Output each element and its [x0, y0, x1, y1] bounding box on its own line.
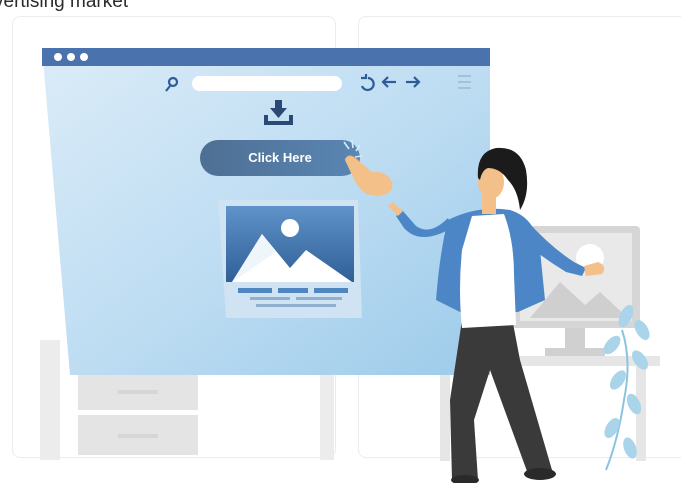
image-card: [218, 200, 362, 318]
click-here-button[interactable]: [200, 140, 360, 176]
window-titlebar: [42, 48, 490, 66]
browser-window: [42, 48, 490, 375]
window-dots-icon: [54, 53, 88, 61]
advertising-illustration: [40, 48, 660, 483]
address-bar[interactable]: [192, 76, 342, 91]
